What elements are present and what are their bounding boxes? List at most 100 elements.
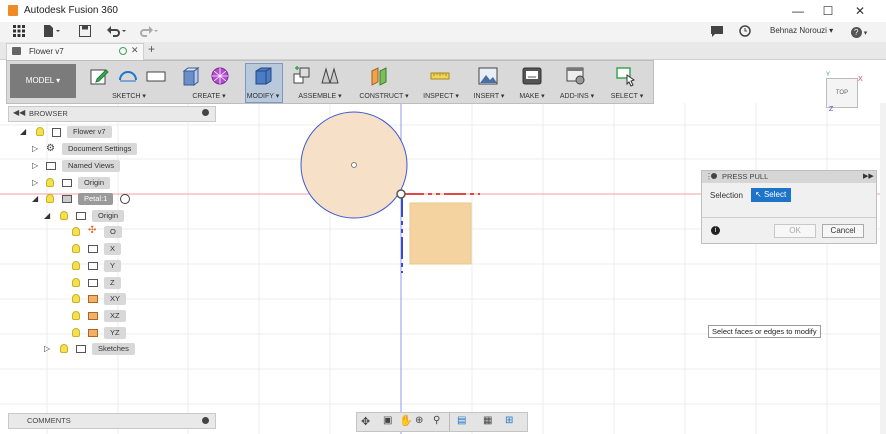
press-pull-dialog: ⋮ PRESS PULL ▶▶ Selection ↖ Select i OK … — [701, 170, 877, 244]
inspect-menu[interactable]: INSPECT ▾ — [421, 92, 461, 100]
form-icon[interactable] — [209, 65, 231, 87]
display-settings-icon[interactable]: ▤ — [457, 415, 466, 426]
dialog-expand-icon[interactable]: ▶▶ — [863, 172, 874, 180]
cancel-button[interactable]: Cancel — [822, 224, 864, 238]
extrude-icon[interactable] — [181, 65, 203, 87]
close-tab-icon[interactable]: ✕ — [131, 45, 139, 56]
tree-item-label: YZ — [104, 327, 126, 339]
browser-options-icon[interactable] — [202, 109, 209, 116]
rectangle-icon[interactable] — [145, 65, 167, 87]
ribbon-toolbar: MODEL ▾ SKETCH ▾ CREATE ▾ MODIFY ▾ ASSEM… — [6, 60, 654, 104]
comments-title: COMMENTS — [27, 416, 71, 425]
viewports-icon[interactable]: ⊞ — [505, 415, 513, 426]
visibility-bulb-icon[interactable] — [46, 194, 54, 203]
press-pull-icon[interactable] — [252, 65, 274, 87]
selection-label: Selection — [710, 191, 743, 200]
activate-component-icon[interactable] — [120, 194, 130, 204]
create-sketch-icon[interactable] — [89, 65, 111, 87]
redo-icon[interactable] — [136, 25, 162, 39]
insert-menu[interactable]: INSERT ▾ — [471, 92, 507, 100]
visibility-bulb-icon[interactable] — [72, 294, 80, 303]
sketch-rectangle[interactable] — [409, 202, 472, 265]
view-cube[interactable]: TOP — [826, 78, 858, 108]
expand-toggle-icon[interactable]: ▷ — [32, 160, 38, 172]
origin-point[interactable] — [396, 189, 406, 199]
comments-options-icon[interactable] — [202, 417, 209, 424]
expand-toggle-icon[interactable]: ◢ — [32, 193, 38, 205]
view-cube-z-axis: Z — [829, 106, 834, 113]
visibility-bulb-icon[interactable] — [72, 311, 80, 320]
selection-select-button[interactable]: ↖ Select — [751, 188, 791, 202]
sync-status-icon — [119, 47, 127, 55]
expand-toggle-icon[interactable]: ▷ — [32, 143, 38, 155]
selection-tooltip: Select faces or edges to modify — [708, 325, 821, 338]
offset-plane-icon[interactable] — [369, 65, 391, 87]
visibility-bulb-icon[interactable] — [72, 278, 80, 287]
expand-toggle-icon[interactable]: ◢ — [20, 126, 26, 138]
minimize-icon[interactable]: — — [784, 2, 812, 20]
view-cube-y-axis: Y — [826, 72, 831, 78]
info-icon[interactable]: i — [711, 226, 720, 235]
measure-icon[interactable] — [429, 65, 451, 87]
select-icon[interactable] — [615, 65, 637, 87]
file-icon[interactable] — [42, 25, 62, 39]
fusion-app-icon — [8, 5, 18, 16]
visibility-bulb-icon[interactable] — [72, 261, 80, 270]
construct-menu[interactable]: CONSTRUCT ▾ — [357, 92, 411, 100]
gear-icon: ⚙ — [46, 143, 55, 154]
folder-icon — [46, 162, 56, 170]
visibility-bulb-icon[interactable] — [72, 244, 80, 253]
undo-icon[interactable] — [104, 25, 130, 39]
add-ins-menu[interactable]: ADD-INS ▾ — [557, 92, 597, 100]
collapse-browser-icon[interactable]: ◀◀ — [13, 108, 25, 117]
tab-flower-v7[interactable]: Flower v7 ✕ — [6, 43, 144, 60]
plane-icon — [88, 312, 98, 320]
zoom-icon[interactable]: ⊕ — [415, 415, 423, 426]
visibility-bulb-icon[interactable] — [72, 328, 80, 337]
plane-icon — [88, 329, 98, 337]
workspace-switcher[interactable]: MODEL ▾ — [10, 64, 76, 98]
grid-settings-icon[interactable]: ▦ — [483, 415, 492, 426]
select-menu[interactable]: SELECT ▾ — [607, 92, 647, 100]
sketch-menu[interactable]: SKETCH ▾ — [107, 92, 151, 100]
dialog-options-icon[interactable] — [711, 173, 717, 179]
new-tab-icon[interactable]: + — [148, 42, 155, 56]
grid-icon[interactable] — [12, 25, 26, 39]
create-menu[interactable]: CREATE ▾ — [185, 92, 233, 100]
expand-toggle-icon[interactable]: ◢ — [44, 210, 50, 222]
make-menu[interactable]: MAKE ▾ — [515, 92, 549, 100]
expand-toggle-icon[interactable]: ▷ — [32, 177, 38, 189]
joint-icon[interactable] — [319, 65, 341, 87]
assemble-menu[interactable]: ASSEMBLE ▾ — [295, 92, 345, 100]
insert-image-icon[interactable] — [477, 65, 499, 87]
arc-icon[interactable] — [117, 65, 139, 87]
save-icon[interactable] — [78, 25, 92, 39]
canvas-scrollbar[interactable] — [880, 103, 886, 434]
ok-button[interactable]: OK — [774, 224, 816, 238]
look-at-icon[interactable]: ▣ — [383, 415, 392, 426]
chat-icon[interactable] — [710, 25, 724, 39]
comments-panel-header[interactable]: COMMENTS — [8, 413, 216, 429]
visibility-bulb-icon[interactable] — [60, 211, 68, 220]
modify-menu[interactable]: MODIFY ▾ — [243, 92, 283, 100]
close-icon[interactable]: ✕ — [846, 2, 874, 20]
maximize-icon[interactable]: ☐ — [814, 2, 842, 20]
3d-print-icon[interactable] — [521, 65, 543, 87]
expand-toggle-icon[interactable]: ▷ — [44, 343, 50, 355]
visibility-bulb-icon[interactable] — [72, 227, 80, 236]
scripts-addins-icon[interactable] — [565, 65, 587, 87]
orbit-icon[interactable]: ✥ — [361, 415, 370, 428]
clock-icon[interactable] — [738, 25, 752, 39]
fit-icon[interactable]: ⚲ — [433, 415, 440, 426]
new-component-icon[interactable] — [291, 65, 313, 87]
visibility-bulb-icon[interactable] — [46, 178, 54, 187]
visibility-bulb-icon[interactable] — [36, 127, 44, 136]
visibility-bulb-icon[interactable] — [60, 344, 68, 353]
help-icon[interactable]: ? ▾ — [848, 25, 870, 39]
circle-center-point[interactable] — [351, 162, 357, 168]
window-title-bar: Autodesk Fusion 360 — ☐ ✕ — [0, 0, 886, 23]
toolbar-divider — [449, 413, 450, 431]
user-menu[interactable]: Behnaz Norouzi ▾ — [770, 26, 833, 35]
tree-item-label: Named Views — [62, 160, 121, 172]
pan-icon[interactable]: ✋ — [399, 414, 413, 427]
